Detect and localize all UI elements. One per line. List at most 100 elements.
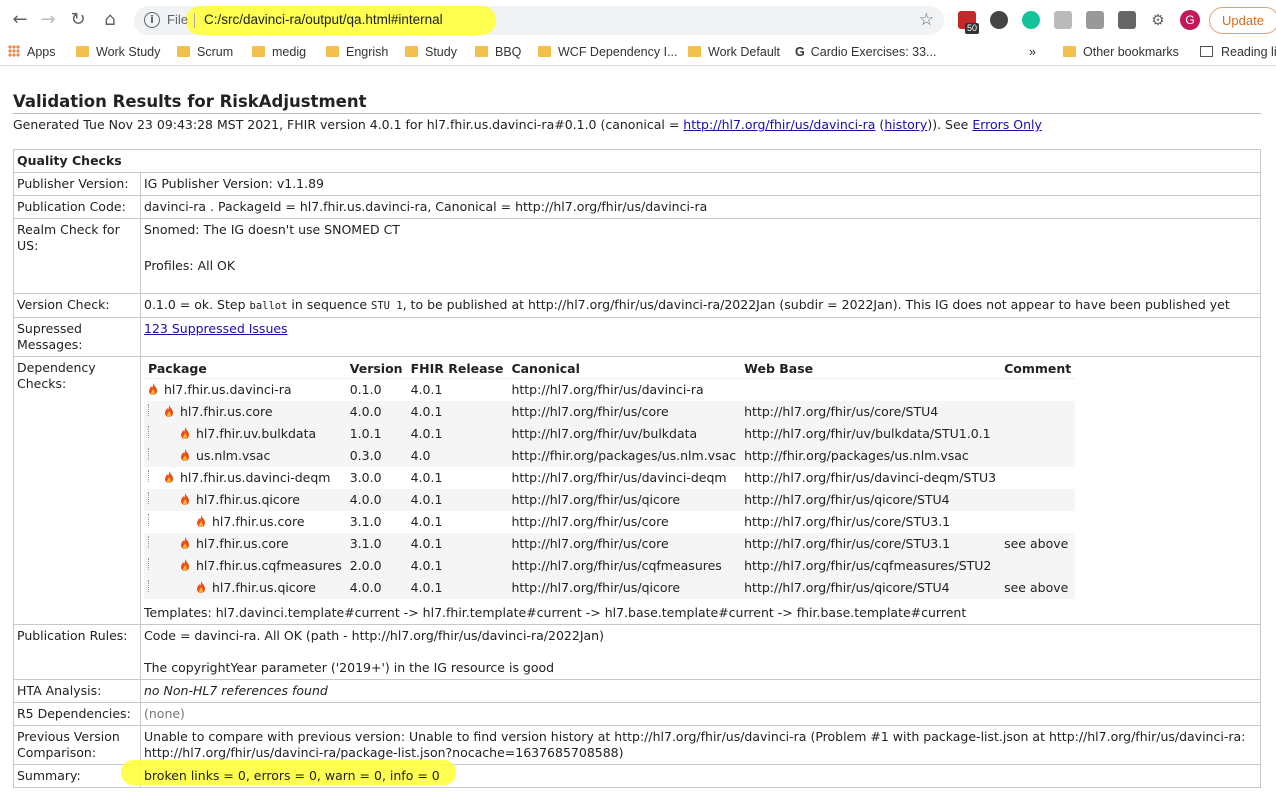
- dependency-web: http://hl7.org/fhir/us/core/STU3.1: [740, 533, 1001, 555]
- dependency-fhir-text: 4.0.1: [410, 558, 443, 573]
- dependency-canon: http://fhir.org/packages/us.nlm.vsac: [507, 445, 741, 467]
- canonical-link[interactable]: http://hl7.org/fhir/us/davinci-ra: [683, 117, 875, 132]
- extension-icon[interactable]: [1118, 11, 1136, 29]
- r5-label: R5 Dependencies:: [13, 702, 141, 726]
- dependency-row: hl7.fhir.us.qicore 4.0.0 4.0.1 http://hl7.o…: [144, 489, 1076, 511]
- bookmark-scrum[interactable]: Scrum: [177, 45, 233, 59]
- table-row: Publication Code: davinci-ra . PackageId…: [13, 195, 1261, 219]
- folder-icon: [688, 46, 701, 57]
- summary-cell: broken links = 0, errors = 0, warn = 0, …: [121, 760, 1261, 788]
- dependency-fhir: 4.0.1: [406, 423, 508, 445]
- dependency-ver-text: 0.3.0: [349, 448, 382, 463]
- bookmark-wcf[interactable]: WCF Dependency I...: [538, 45, 678, 59]
- dependency-web-text: http://hl7.org/fhir/uv/bulkdata/STU1.0.1: [744, 426, 991, 441]
- history-link[interactable]: history: [884, 117, 927, 132]
- dependency-canon: http://hl7.org/fhir/us/cqfmeasures: [507, 555, 741, 577]
- puzzle-icon[interactable]: ⚙: [1148, 10, 1168, 30]
- extension-icon[interactable]: [1086, 11, 1104, 29]
- dependency-comment: see above: [1000, 533, 1076, 555]
- realm-label: Realm Check for US:: [13, 218, 141, 294]
- dependency-pkg-text: us.nlm.vsac: [196, 448, 271, 463]
- dependency-ver: 4.0.0: [345, 489, 407, 511]
- dependency-fhir-text: 4.0.1: [410, 514, 443, 529]
- r5-value: (none): [140, 702, 1261, 726]
- dependency-comment: [1000, 445, 1076, 467]
- dependency-comment: [1000, 401, 1076, 423]
- avatar[interactable]: G: [1180, 10, 1200, 30]
- generated-line: Generated Tue Nov 23 09:43:28 MST 2021, …: [13, 117, 1042, 132]
- dependency-pkg-text: hl7.fhir.us.davinci-deqm: [180, 470, 331, 485]
- hta-value: no Non-HL7 references found: [140, 679, 1261, 703]
- table-row: Summary: broken links = 0, errors = 0, w…: [13, 760, 1261, 788]
- dependency-ver: 4.0.0: [345, 577, 407, 599]
- dependency-web: http://fhir.org/packages/us.nlm.vsac: [740, 445, 1001, 467]
- folder-icon: [76, 46, 89, 57]
- tree-indent: [148, 470, 164, 482]
- dependency-pkg-text: hl7.fhir.us.core: [212, 514, 305, 529]
- back-arrow-icon[interactable]: ←: [10, 10, 30, 30]
- tree-indent: [148, 426, 180, 438]
- address-bar[interactable]: i File C:/src/davinci-ra/output/qa.html#…: [134, 6, 944, 35]
- bookmark-other[interactable]: Other bookmarks: [1063, 45, 1179, 59]
- reload-icon[interactable]: ↻: [68, 10, 88, 30]
- extension-icon[interactable]: [1054, 11, 1072, 29]
- bookmarks-overflow[interactable]: »: [1029, 45, 1036, 59]
- dependency-row: hl7.fhir.us.cqfmeasures 2.0.0 4.0.1 http://…: [144, 555, 1076, 577]
- dependency-fhir-text: 4.0.1: [410, 382, 443, 397]
- home-icon[interactable]: ⌂: [100, 10, 120, 30]
- dependency-ver-text: 1.0.1: [349, 426, 382, 441]
- url-text[interactable]: C:/src/davinci-ra/output/qa.html#interna…: [204, 12, 443, 27]
- table-row: Publication Rules: Code = davinci-ra. Al…: [13, 624, 1261, 680]
- dependency-pkg: us.nlm.vsac: [144, 445, 346, 467]
- pubrules-label: Publication Rules:: [13, 624, 141, 680]
- bookmark-engrish[interactable]: Engrish: [326, 45, 388, 59]
- dependency-fhir: 4.0.1: [407, 511, 508, 533]
- extension-icon[interactable]: [990, 11, 1008, 29]
- bookmark-work-default[interactable]: Work Default: [688, 45, 780, 59]
- bookmark-apps[interactable]: Apps: [8, 45, 56, 59]
- dependency-fhir-text: 4.0.1: [410, 470, 443, 485]
- dependency-row: hl7.fhir.us.core 4.0.0 4.0.1 http://hl7.org…: [144, 401, 1076, 423]
- pubcode-value: davinci-ra . PackageId = hl7.fhir.us.dav…: [140, 195, 1261, 219]
- dependency-comment: see above: [1000, 577, 1076, 599]
- forward-arrow-icon[interactable]: →: [38, 10, 58, 30]
- fhir-flame-icon: [181, 559, 189, 571]
- dependency-canon: http://hl7.org/fhir/us/davinci-ra: [507, 379, 740, 402]
- info-icon[interactable]: i: [144, 12, 160, 28]
- reading-list[interactable]: Reading list: [1200, 45, 1276, 59]
- bookmark-work-study[interactable]: Work Study: [76, 45, 160, 59]
- dependency-ver-text: 3.1.0: [349, 514, 382, 529]
- update-button[interactable]: Update: [1209, 7, 1276, 34]
- grammarly-icon[interactable]: [1022, 11, 1040, 29]
- cardio-icon: G: [795, 45, 805, 59]
- bookmark-bbq[interactable]: BBQ: [475, 45, 521, 59]
- publisher-value: IG Publisher Version: v1.1.89: [140, 172, 1261, 196]
- bookmark-study[interactable]: Study: [405, 45, 457, 59]
- dependency-row: us.nlm.vsac 0.3.0 4.0 http://fhir.org/packa…: [144, 445, 1076, 467]
- dependency-ver: 3.0.0: [346, 467, 407, 489]
- folder-icon: [475, 46, 488, 57]
- dependency-pkg-text: hl7.fhir.us.qicore: [212, 580, 316, 595]
- dependency-row: hl7.fhir.us.qicore 4.0.0 4.0.1 http://hl7.o…: [144, 577, 1076, 599]
- dependency-comment-text: see above: [1004, 580, 1069, 595]
- browser-toolbar: ← → ↻ ⌂ i File C:/src/davinci-ra/output/…: [0, 0, 1276, 40]
- errors-only-link[interactable]: Errors Only: [972, 117, 1042, 132]
- bookmark-cardio[interactable]: G Cardio Exercises: 33...: [795, 45, 936, 59]
- dependency-pkg: hl7.fhir.us.cqfmeasures: [144, 555, 346, 577]
- dependency-comment: [1000, 555, 1076, 577]
- dep-header-comment: Comment: [1000, 360, 1076, 379]
- dependency-pkg-text: hl7.fhir.uv.bulkdata: [196, 426, 317, 441]
- dependency-pkg: hl7.fhir.us.core: [144, 533, 346, 555]
- dependency-ver: 2.0.0: [345, 555, 407, 577]
- dependency-pkg: hl7.fhir.uv.bulkdata: [144, 423, 346, 445]
- dependency-fhir: 4.0: [406, 445, 508, 467]
- bookmark-star-icon[interactable]: ☆: [919, 10, 934, 30]
- dependency-ver: 4.0.0: [345, 401, 407, 423]
- folder-icon: [405, 46, 418, 57]
- dependency-web-text: http://fhir.org/packages/us.nlm.vsac: [744, 448, 969, 463]
- dependency-web: http://hl7.org/fhir/us/davinci-deqm/STU3: [740, 467, 1000, 489]
- suppressed-issues-link[interactable]: 123 Suppressed Issues: [144, 321, 288, 336]
- version-label: Version Check:: [13, 293, 141, 318]
- bookmark-medig[interactable]: medig: [252, 45, 306, 59]
- dependency-comment: [1000, 379, 1075, 402]
